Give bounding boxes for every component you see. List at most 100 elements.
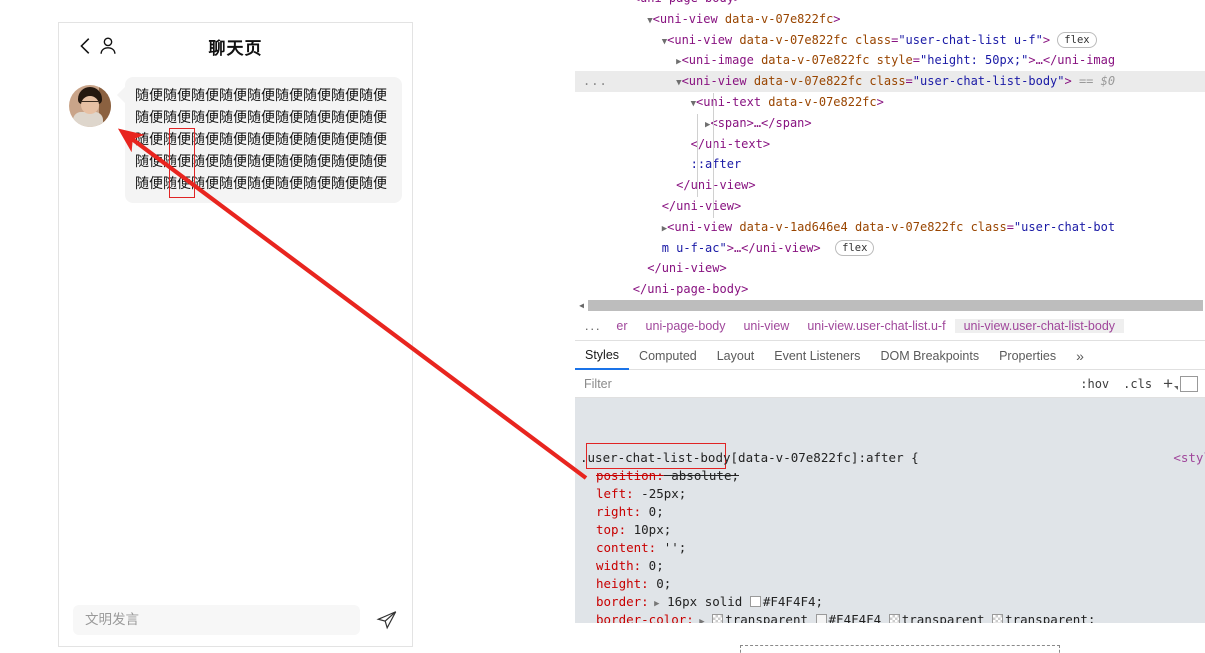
tab-layout[interactable]: Layout bbox=[707, 342, 765, 369]
css-declaration[interactable]: height: 0; bbox=[575, 575, 1205, 593]
devtools-tab-bar[interactable]: Styles Computed Layout Event Listeners DOM B… bbox=[575, 341, 1205, 370]
color-swatch[interactable] bbox=[712, 614, 724, 623]
tab-computed[interactable]: Computed bbox=[629, 342, 707, 369]
css-declaration[interactable]: border: ▶ 16px solid #F4F4F4; bbox=[575, 593, 1205, 611]
dom-tree[interactable]: <uni-page-body> ▼<uni-view data-v-07e822… bbox=[575, 0, 1205, 298]
dom-token: > bbox=[1042, 32, 1051, 47]
avatar[interactable] bbox=[69, 85, 111, 127]
dom-token: style bbox=[876, 53, 913, 68]
dom-token: "user-chat-list u-f" bbox=[898, 32, 1043, 47]
color-swatch[interactable] bbox=[815, 614, 827, 623]
bubble-tail-highlight-box bbox=[169, 128, 195, 198]
flex-badge[interactable]: flex bbox=[1057, 31, 1097, 48]
dom-node-row[interactable]: ▶<uni-view data-v-1ad646e4 data-v-07e822… bbox=[575, 217, 1205, 238]
tab-»[interactable]: » bbox=[1066, 342, 1094, 369]
dom-token: <uni-view bbox=[667, 32, 740, 47]
dom-tree-horizontal-scrollbar[interactable]: ◀ bbox=[575, 298, 1205, 312]
chat-message-row: 随便随便随便随便随便随便随便随便随便随便随便随便随便随便随便随便随便随便随便随便… bbox=[69, 77, 402, 203]
expand-shorthand-icon[interactable]: ▶ bbox=[649, 599, 659, 609]
dom-node-row[interactable]: ▶<span>…</span> bbox=[575, 113, 1205, 134]
dom-token: "user-chat-list-body" bbox=[912, 74, 1065, 89]
dom-node-row[interactable]: </uni-view> bbox=[575, 175, 1205, 196]
cls-button[interactable]: .cls bbox=[1116, 377, 1159, 391]
styles-filter-input[interactable] bbox=[575, 370, 1074, 397]
tab-properties[interactable]: Properties bbox=[989, 342, 1066, 369]
color-swatch[interactable] bbox=[888, 614, 900, 623]
css-declaration[interactable]: width: 0; bbox=[575, 557, 1205, 575]
flex-badge[interactable]: flex bbox=[835, 239, 875, 256]
scrollbar-thumb[interactable] bbox=[588, 299, 1203, 311]
dom-row-menu-icon[interactable]: ... bbox=[583, 71, 608, 92]
breadcrumb-item[interactable]: uni-view.user-chat-list.u-f bbox=[798, 319, 954, 333]
person-icon[interactable] bbox=[97, 35, 119, 57]
dom-node-row[interactable]: m u-f-ac">…</uni-view> flex bbox=[575, 238, 1205, 259]
dom-node-row[interactable]: <uni-page-body> bbox=[575, 0, 1205, 9]
dom-token: data-v-07e822fc bbox=[761, 53, 877, 68]
hov-button[interactable]: :hov bbox=[1073, 377, 1116, 391]
css-declaration[interactable]: left: -25px; bbox=[575, 485, 1205, 503]
dom-node-row[interactable]: ▶<uni-image data-v-07e822fc style="heigh… bbox=[575, 50, 1205, 71]
chat-bubble-wrap: 随便随便随便随便随便随便随便随便随便随便随便随便随便随便随便随便随便随便随便随便… bbox=[117, 77, 402, 203]
chevron-left-icon[interactable] bbox=[75, 35, 97, 57]
breadcrumb-overflow-icon[interactable]: ... bbox=[575, 319, 607, 333]
screen-root: 聊天页 随便随便随便随便随便随便随便随便随便随便随便随便随便随便随便随便随便随便… bbox=[0, 0, 1205, 653]
dom-token: ::after bbox=[690, 157, 742, 172]
breadcrumb-item[interactable]: er bbox=[607, 319, 636, 333]
chat-header: 聊天页 bbox=[59, 23, 412, 69]
style-rule-selector: .user-chat-list-body[data-v-07e822fc]:af… bbox=[575, 449, 1205, 467]
css-declaration[interactable]: position: absolute; bbox=[575, 467, 1205, 485]
dom-token: = bbox=[1006, 219, 1014, 234]
dom-node-row[interactable]: </uni-view> bbox=[575, 258, 1205, 279]
devtools-panel: <uni-page-body> ▼<uni-view data-v-07e822… bbox=[575, 0, 1205, 653]
breadcrumb-item[interactable]: uni-view bbox=[734, 319, 798, 333]
dom-token: data-v-07e822fc bbox=[753, 74, 870, 89]
box-model-diagram bbox=[740, 645, 1060, 653]
css-declaration[interactable]: top: 10px; bbox=[575, 521, 1205, 539]
breadcrumb-item[interactable]: uni-view.user-chat-list-body bbox=[954, 319, 1125, 333]
dom-token: class bbox=[854, 32, 892, 47]
chat-bubble: 随便随便随便随便随便随便随便随便随便随便随便随便随便随便随便随便随便随便随便随便… bbox=[117, 77, 402, 203]
dom-node-row[interactable]: ▼<uni-text data-v-07e822fc> bbox=[575, 92, 1205, 113]
dom-node-row[interactable]: </uni-text> bbox=[575, 134, 1205, 155]
element-state-box-icon[interactable] bbox=[1180, 375, 1198, 392]
dom-token: class bbox=[869, 74, 906, 89]
message-input[interactable] bbox=[73, 605, 360, 635]
dom-token: </uni-page-body> bbox=[632, 282, 749, 297]
dom-node-row[interactable]: ▼<uni-view data-v-07e822fc> bbox=[575, 9, 1205, 30]
dom-token: "height: 50px;" bbox=[920, 53, 1029, 68]
css-declaration[interactable]: content: ''; bbox=[575, 539, 1205, 557]
indent-guide bbox=[697, 114, 698, 197]
dom-token: data-v-07e822fc bbox=[724, 11, 834, 26]
tab-dom-breakpoints[interactable]: DOM Breakpoints bbox=[870, 342, 989, 369]
styles-rule-pane[interactable]: .user-chat-list-body[data-v-07e822fc]:af… bbox=[575, 398, 1205, 623]
dom-token: </uni-text> bbox=[690, 136, 771, 151]
mobile-preview-panel: 聊天页 随便随便随便随便随便随便随便随便随便随便随便随便随便随便随便随便随便随便… bbox=[58, 22, 413, 647]
dom-node-row[interactable]: ::after bbox=[575, 154, 1205, 175]
breadcrumb[interactable]: ... er uni-page-body uni-view uni-view.user-… bbox=[575, 312, 1205, 341]
styles-filter-bar: :hov .cls + bbox=[575, 370, 1205, 398]
dom-token: </uni-view> bbox=[676, 178, 756, 193]
dom-token: "user-chat-bot bbox=[1013, 219, 1116, 234]
dom-node-row[interactable]: ▼<uni-view data-v-07e822fc class="user-c… bbox=[575, 30, 1205, 51]
dom-node-row[interactable]: </uni-view> bbox=[575, 196, 1205, 217]
color-swatch[interactable] bbox=[992, 614, 1004, 623]
chat-input-bar bbox=[59, 594, 412, 646]
dom-token: > bbox=[876, 94, 884, 109]
tab-styles[interactable]: Styles bbox=[575, 341, 630, 370]
send-icon[interactable] bbox=[360, 609, 398, 631]
tab-event-listeners[interactable]: Event Listeners bbox=[764, 342, 870, 369]
dom-node-row[interactable]: </uni-page-body> bbox=[575, 279, 1205, 298]
breadcrumb-item[interactable]: uni-page-body bbox=[637, 319, 735, 333]
dom-token: data-v-07e822fc bbox=[768, 94, 877, 109]
dom-node-row[interactable]: ... ▼<uni-view data-v-07e822fc class="us… bbox=[575, 71, 1205, 92]
css-declaration[interactable]: border-color: ▶ transparent #F4F4F4 tran… bbox=[575, 611, 1205, 623]
dom-token: <span>…</span> bbox=[710, 115, 812, 130]
css-declaration[interactable]: right: 0; bbox=[575, 503, 1205, 521]
scroll-left-arrow[interactable]: ◀ bbox=[575, 301, 588, 310]
dom-token: m u-f-ac" bbox=[661, 240, 727, 255]
color-swatch[interactable] bbox=[749, 596, 761, 607]
dom-token: <uni-view bbox=[667, 219, 740, 234]
new-style-rule-button[interactable]: + bbox=[1159, 374, 1178, 394]
dom-token: </uni-view> bbox=[661, 198, 742, 213]
style-source-link[interactable]: <styl bbox=[1173, 449, 1205, 467]
